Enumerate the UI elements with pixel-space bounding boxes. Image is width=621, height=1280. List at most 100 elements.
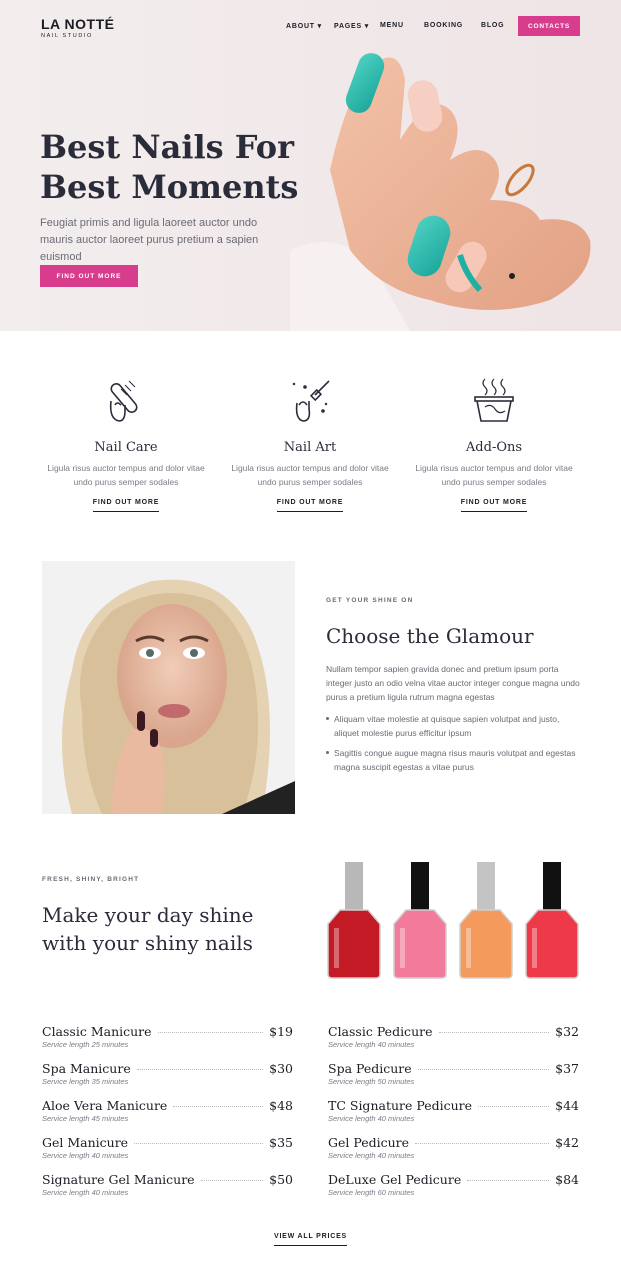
price-item: Spa Pedicure $37 Service length 50 minutes (328, 1061, 579, 1098)
dotted-leader (478, 1106, 550, 1107)
polish-bottle (393, 862, 447, 979)
price-name: Spa Manicure (42, 1061, 131, 1076)
glamour-text: Nullam tempor sapien gravida donec and p… (326, 664, 580, 702)
dotted-leader (200, 1180, 264, 1181)
dotted-leader (173, 1106, 264, 1107)
shine-eyebrow: FRESH, SHINY, BRIGHT (42, 876, 140, 883)
price-name: Classic Pedicure (328, 1024, 433, 1039)
feature-title: Nail Care (94, 440, 158, 455)
glamour-section: GET YOUR SHINE ON Choose the Glamour Nul… (326, 597, 580, 780)
price-duration: Service length 40 minutes (42, 1188, 129, 1197)
nail-file-icon (109, 380, 138, 422)
shine-title-line2: with your shiny nails (42, 931, 253, 955)
feature-add-ons: Add-Ons Ligula risus auctor tempus and d… (409, 375, 579, 512)
price-item: Spa Manicure $30 Service length 35 minutes (42, 1061, 293, 1098)
price-item: DeLuxe Gel Pedicure $84 Service length 60 … (328, 1172, 579, 1209)
price-duration: Service length 40 minutes (42, 1151, 129, 1160)
logo-brand: LA NOTTÉ (41, 16, 115, 32)
price-duration: Service length 35 minutes (42, 1077, 129, 1086)
nav-item-about[interactable]: ABOUT ▾ (286, 22, 322, 30)
feature-desc: Ligula risus auctor tempus and dolor vit… (47, 463, 205, 487)
logo[interactable]: LA NOTTÉ NAIL STUDIO (41, 16, 114, 39)
price-value: $37 (555, 1061, 579, 1076)
price-duration: Service length 40 minutes (328, 1114, 415, 1123)
feature-title: Add-Ons (465, 440, 523, 455)
price-list-manicure: Classic Manicure $19 Service length 25 min… (42, 1024, 293, 1209)
price-value: $50 (269, 1172, 293, 1187)
dotted-leader (467, 1180, 550, 1181)
feature-desc: Ligula risus auctor tempus and dolor vit… (231, 463, 389, 487)
list-item: Aliquam vitae molestie at quisque sapien… (326, 712, 580, 740)
polish-bottle (327, 862, 381, 979)
price-duration: Service length 50 minutes (328, 1077, 415, 1086)
price-item: TC Signature Pedicure $44 Service length 4… (328, 1098, 579, 1135)
feature-title: Nail Art (283, 440, 337, 455)
contacts-button[interactable]: CONTACTS (518, 16, 580, 36)
view-all-prices: VIEW ALL PRICES (0, 1225, 621, 1246)
feature-link[interactable]: FIND OUT MORE (276, 499, 344, 512)
price-name: TC Signature Pedicure (328, 1098, 473, 1113)
price-duration: Service length 40 minutes (328, 1040, 415, 1049)
price-name: Gel Pedicure (328, 1135, 410, 1150)
price-name: Aloe Vera Manicure (42, 1098, 168, 1113)
shine-title: Make your day shine with your shiny nail… (42, 901, 302, 957)
price-duration: Service length 40 minutes (328, 1151, 415, 1160)
list-item: Sagittis congue augue magna risus mauris… (326, 746, 580, 774)
price-item: Signature Gel Manicure $50 Service length … (42, 1172, 293, 1209)
hero-title-line2: Best Moments (40, 168, 299, 206)
nav-item-booking[interactable]: BOOKING (424, 22, 463, 29)
price-item: Aloe Vera Manicure $48 Service length 45 m… (42, 1098, 293, 1135)
price-list-pedicure: Classic Pedicure $32 Service length 40 min… (328, 1024, 579, 1209)
price-name: Spa Pedicure (328, 1061, 412, 1076)
hero-title-line1: Best Nails For (40, 128, 294, 166)
feature-nail-art: Nail Art Ligula risus auctor tempus and … (225, 375, 395, 512)
polish-bottle (459, 862, 513, 979)
dotted-leader (136, 1069, 264, 1070)
logo-subtitle: NAIL STUDIO (41, 33, 93, 39)
feature-link[interactable]: FIND OUT MORE (460, 499, 528, 512)
feature-nail-care: Nail Care Ligula risus auctor tempus and… (41, 375, 211, 512)
price-item: Classic Manicure $19 Service length 25 min… (42, 1024, 293, 1061)
spa-bowl-icon (474, 378, 514, 422)
price-value: $19 (269, 1024, 293, 1039)
price-value: $42 (555, 1135, 579, 1150)
nail-polish-brush-icon (292, 380, 330, 422)
price-duration: Service length 45 minutes (42, 1114, 129, 1123)
price-item: Gel Manicure $35 Service length 40 minutes (42, 1135, 293, 1172)
dotted-leader (417, 1069, 550, 1070)
price-name: Signature Gel Manicure (42, 1172, 195, 1187)
price-duration: Service length 60 minutes (328, 1188, 415, 1197)
dotted-leader (438, 1032, 550, 1033)
shine-section: FRESH, SHINY, BRIGHT Make your day shine… (42, 876, 302, 957)
price-name: Classic Manicure (42, 1024, 152, 1039)
price-value: $32 (555, 1024, 579, 1039)
nav-item-blog[interactable]: BLOG (481, 22, 504, 29)
price-value: $30 (269, 1061, 293, 1076)
price-value: $48 (269, 1098, 293, 1113)
glamour-eyebrow: GET YOUR SHINE ON (326, 597, 414, 604)
price-item: Classic Pedicure $32 Service length 40 min… (328, 1024, 579, 1061)
nav-item-pages[interactable]: PAGES ▾ (334, 22, 369, 30)
price-value: $35 (269, 1135, 293, 1150)
dotted-leader (415, 1143, 550, 1144)
price-name: DeLuxe Gel Pedicure (328, 1172, 462, 1187)
hero-title: Best Nails For Best Moments (40, 127, 340, 207)
shine-title-line1: Make your day shine (42, 903, 254, 927)
price-value: $44 (555, 1098, 579, 1113)
nav-item-menu[interactable]: MENU (380, 22, 404, 29)
dotted-leader (157, 1032, 264, 1033)
view-all-prices-link[interactable]: VIEW ALL PRICES (273, 1233, 348, 1246)
polish-bottle (525, 862, 579, 979)
nail-polish-bottles-image (327, 862, 579, 979)
glamour-title: Choose the Glamour (326, 624, 534, 648)
price-value: $84 (555, 1172, 579, 1187)
portrait-image (42, 561, 295, 814)
price-name: Gel Manicure (42, 1135, 129, 1150)
feature-link[interactable]: FIND OUT MORE (92, 499, 160, 512)
price-duration: Service length 25 minutes (42, 1040, 129, 1049)
dotted-leader (134, 1143, 264, 1144)
price-item: Gel Pedicure $42 Service length 40 minutes (328, 1135, 579, 1172)
find-out-more-button[interactable]: FIND OUT MORE (40, 265, 138, 287)
hero-section: LA NOTTÉ NAIL STUDIO ABOUT ▾ PAGES ▾ MEN… (0, 0, 621, 331)
hero-text: Feugiat primis and ligula laoreet auctor… (40, 217, 259, 263)
